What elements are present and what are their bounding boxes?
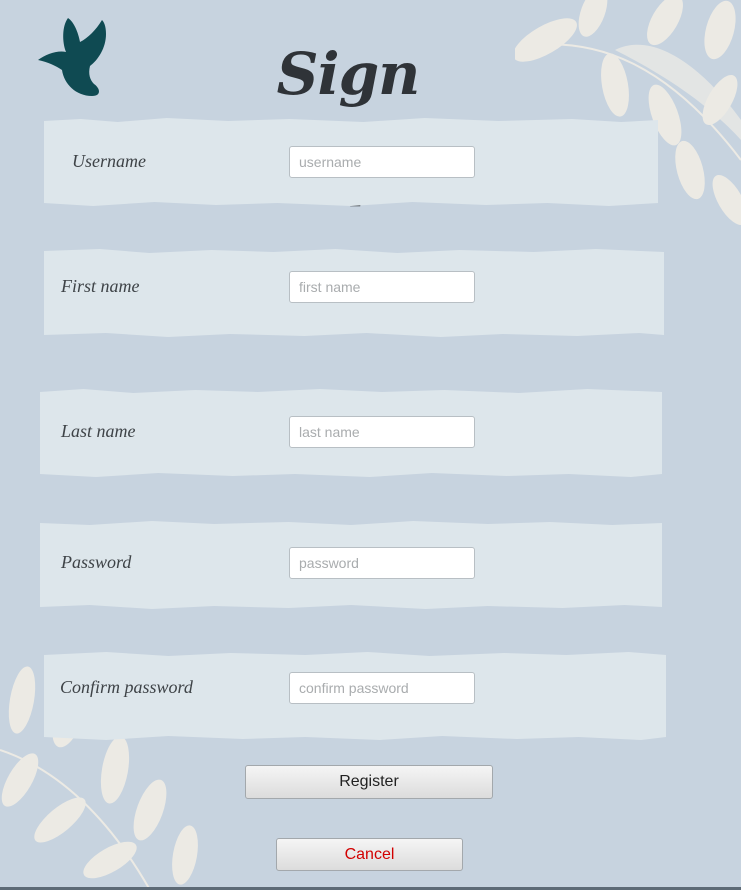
last-name-input[interactable] — [289, 416, 475, 448]
first-name-input[interactable] — [289, 271, 475, 303]
password-input[interactable] — [289, 547, 475, 579]
last-name-label: Last name — [61, 421, 136, 441]
confirm-password-label: Confirm password — [60, 677, 193, 697]
confirm-password-input[interactable] — [289, 672, 475, 704]
dove-icon — [38, 18, 106, 96]
signup-window: Sign up Username First name Last name Pa… — [0, 0, 741, 890]
username-label: Username — [72, 151, 146, 171]
password-label: Password — [61, 552, 132, 572]
username-input[interactable] — [289, 146, 475, 178]
register-button[interactable]: Register — [245, 765, 493, 799]
first-name-label: First name — [61, 276, 140, 296]
cancel-button[interactable]: Cancel — [276, 838, 463, 871]
